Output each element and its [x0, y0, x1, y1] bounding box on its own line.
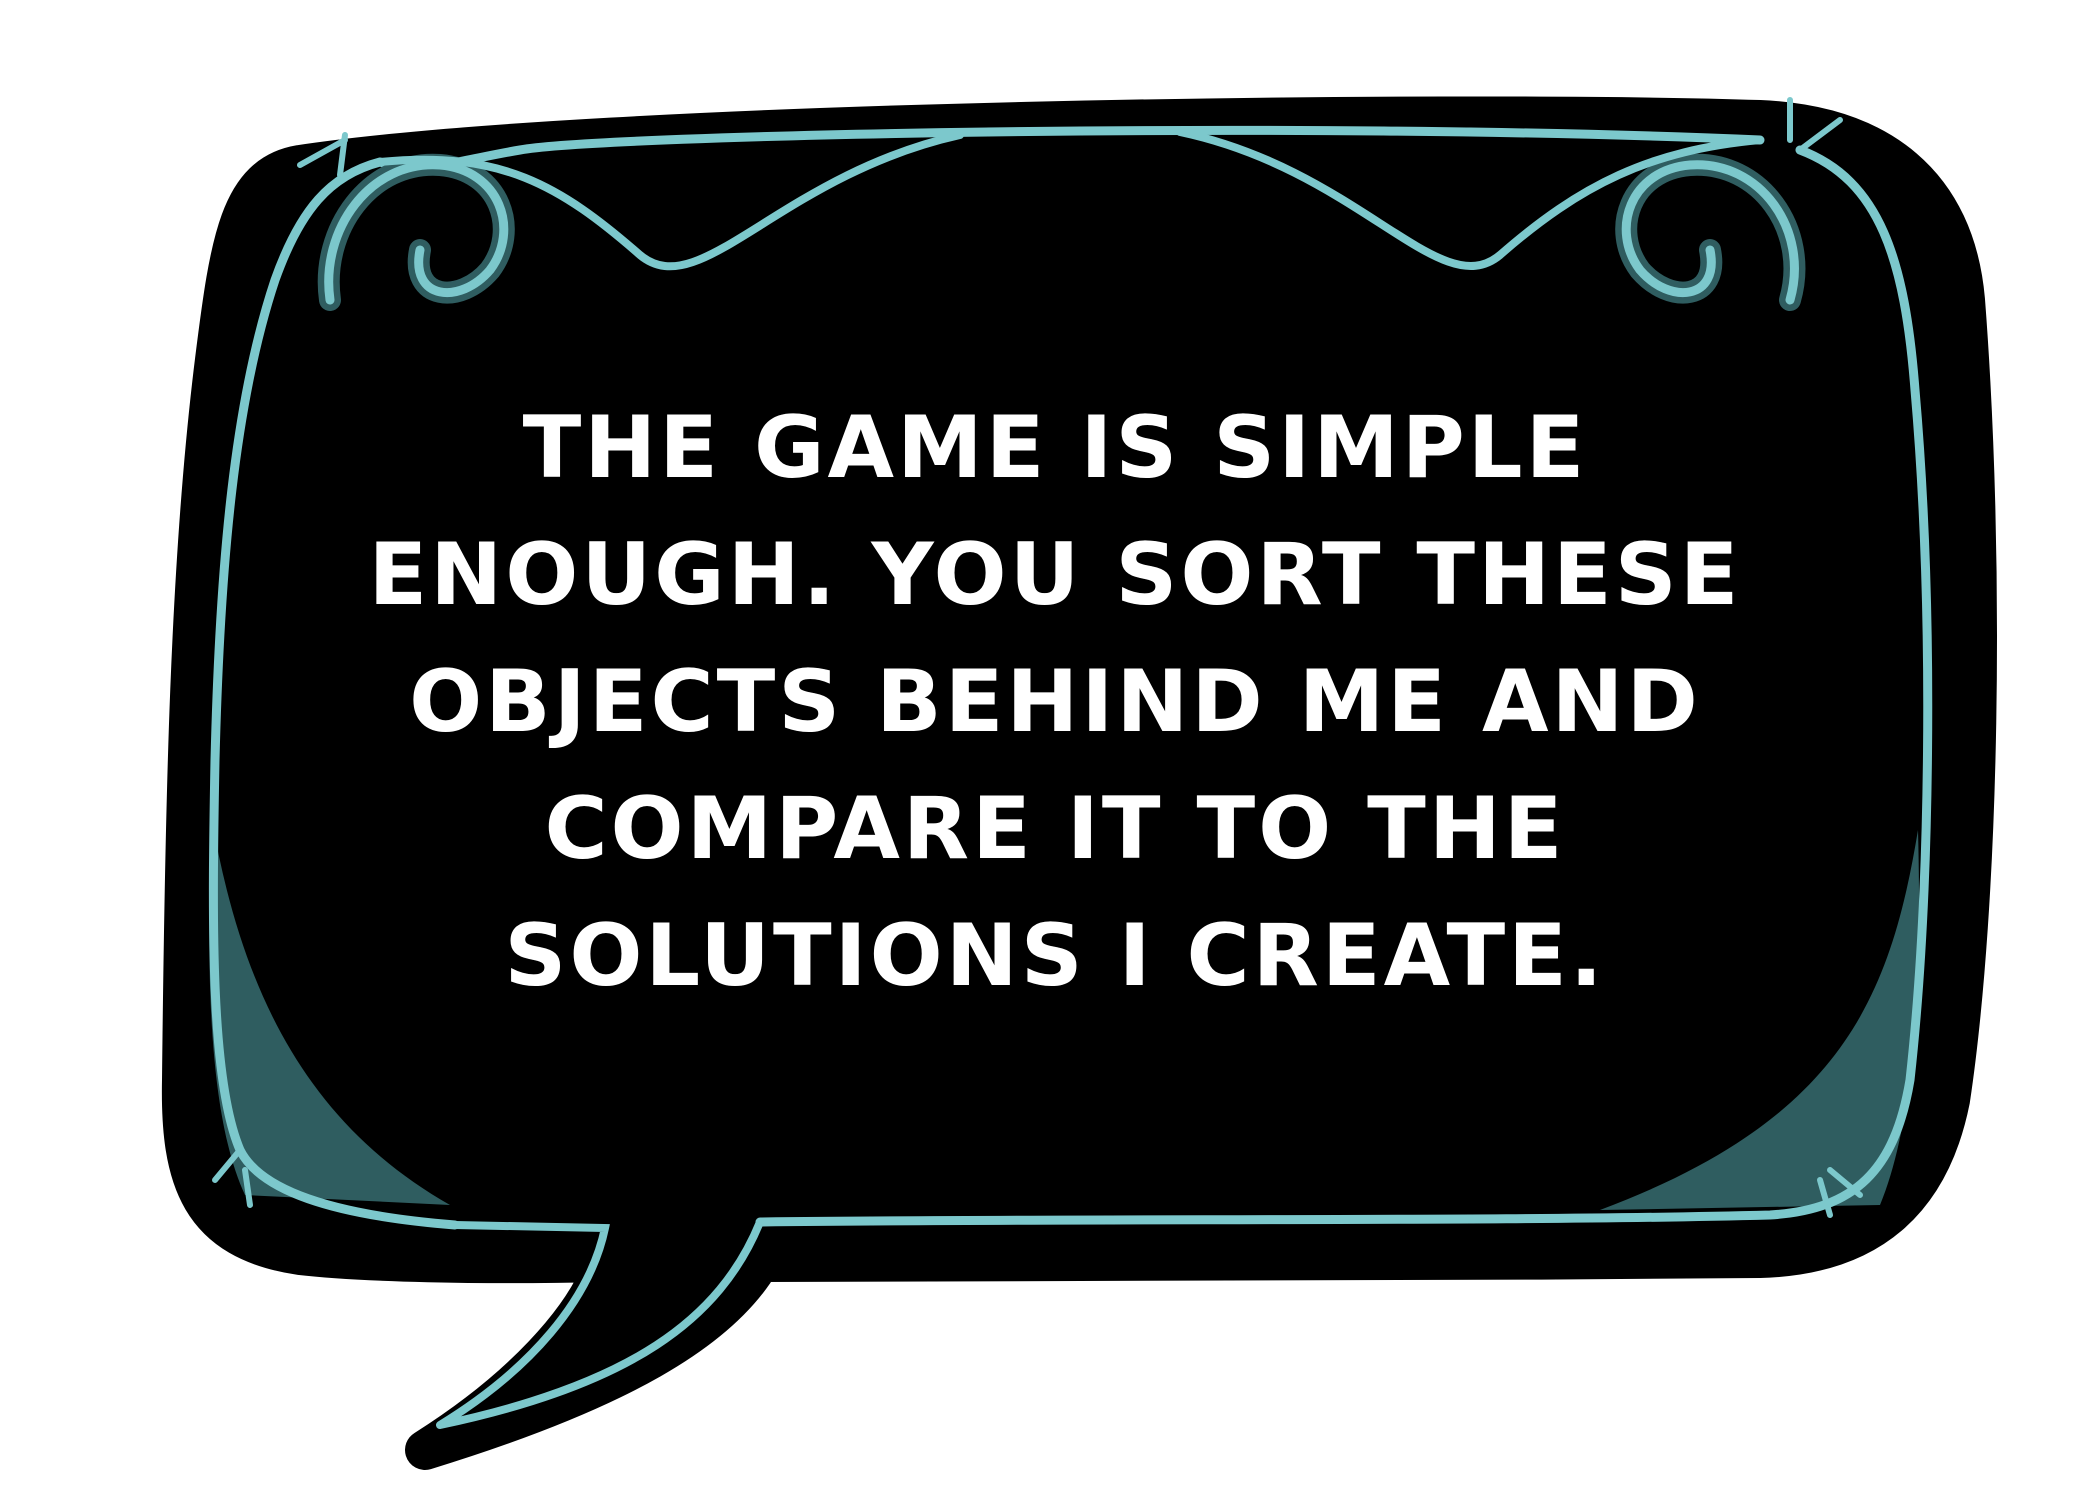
dialogue-line: THE GAME IS SIMPLE: [522, 398, 1588, 498]
dialogue-line: OBJECTS BEHIND ME AND: [409, 652, 1701, 752]
dialogue-text: THE GAME IS SIMPLE ENOUGH. YOU SORT THES…: [255, 385, 1855, 1020]
dialogue-line: ENOUGH. YOU SORT THESE: [368, 525, 1742, 625]
dialogue-line: COMPARE IT TO THE: [544, 779, 1566, 879]
dialogue-line: SOLUTIONS I CREATE.: [504, 906, 1606, 1006]
